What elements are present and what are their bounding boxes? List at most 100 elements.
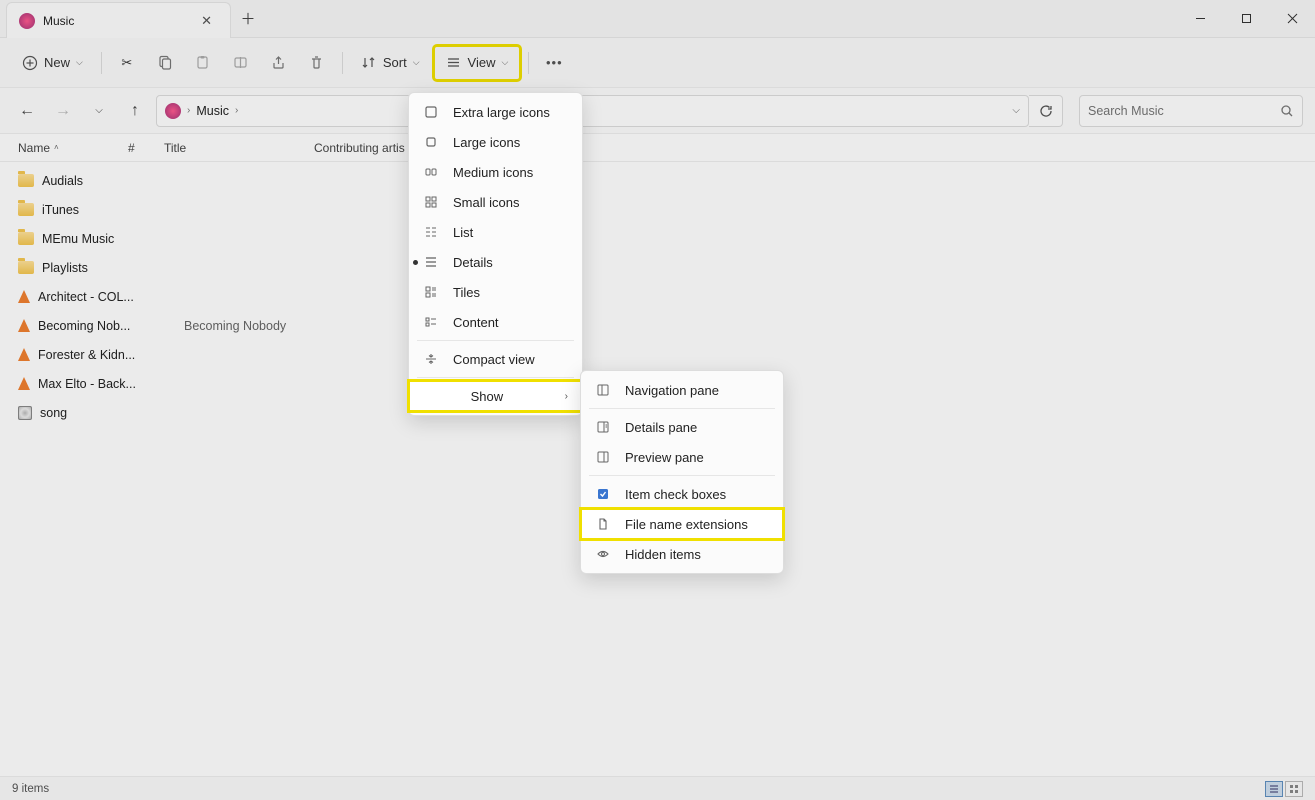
menu-details-pane[interactable]: Details pane — [581, 412, 783, 442]
menu-extra-large-icons[interactable]: Extra large icons — [409, 97, 582, 127]
folder-icon — [18, 174, 34, 187]
folder-icon — [18, 203, 34, 216]
copy-button[interactable] — [148, 46, 182, 80]
menu-preview-pane[interactable]: Preview pane — [581, 442, 783, 472]
menu-large-icons[interactable]: Large icons — [409, 127, 582, 157]
chevron-down-icon: ⌵ — [413, 57, 420, 68]
view-menu: Extra large icons Large icons Medium ico… — [408, 92, 583, 416]
back-button[interactable]: ← — [12, 96, 42, 126]
file-row[interactable]: Forester & Kidn... — [18, 340, 1315, 369]
sort-label: Sort — [383, 55, 407, 70]
status-bar: 9 items — [0, 776, 1315, 800]
eye-icon — [595, 546, 611, 562]
file-name: MEmu Music — [42, 232, 144, 246]
close-tab-button[interactable]: ✕ — [195, 11, 218, 31]
toolbar: New ⌵ ✂ Sort ⌵ View ⌵ ••• — [0, 38, 1315, 88]
selected-bullet-icon — [413, 260, 418, 265]
file-title: Becoming Nobody — [184, 319, 334, 333]
file-name: Playlists — [42, 261, 144, 275]
menu-small-icons[interactable]: Small icons — [409, 187, 582, 217]
file-name: Architect - COL... — [38, 290, 140, 304]
folder-icon — [18, 261, 34, 274]
file-row[interactable]: Becoming Nob... Becoming Nobody — [18, 311, 1315, 340]
new-button[interactable]: New ⌵ — [12, 46, 93, 80]
vlc-icon — [18, 377, 30, 390]
vlc-icon — [18, 319, 30, 332]
vlc-icon — [18, 290, 30, 303]
menu-compact-view[interactable]: Compact view — [409, 344, 582, 374]
file-name: Max Elto - Back... — [38, 377, 140, 391]
menu-navigation-pane[interactable]: Navigation pane — [581, 375, 783, 405]
vlc-icon — [18, 348, 30, 361]
rename-button[interactable] — [224, 46, 258, 80]
file-row[interactable]: Playlists — [18, 253, 1315, 282]
content-icon — [423, 314, 439, 330]
paste-icon — [195, 55, 211, 71]
file-name: Audials — [42, 174, 144, 188]
menu-hidden-items[interactable]: Hidden items — [581, 539, 783, 569]
menu-details[interactable]: Details — [409, 247, 582, 277]
column-number[interactable]: # — [128, 141, 164, 155]
menu-list[interactable]: List — [409, 217, 582, 247]
trash-icon — [309, 55, 325, 71]
file-row[interactable]: Architect - COL... — [18, 282, 1315, 311]
menu-item-check-boxes[interactable]: Item check boxes — [581, 479, 783, 509]
file-name: Becoming Nob... — [38, 319, 140, 333]
music-icon — [19, 13, 35, 29]
file-row[interactable]: iTunes — [18, 195, 1315, 224]
more-button[interactable]: ••• — [537, 46, 571, 80]
item-count: 9 items — [12, 783, 49, 795]
small-icons-icon — [423, 194, 439, 210]
sort-icon — [361, 55, 377, 71]
up-button[interactable]: ↑ — [120, 96, 150, 126]
sort-button[interactable]: Sort ⌵ — [351, 46, 430, 80]
chevron-down-icon: ⌵ — [501, 57, 508, 68]
new-tab-button[interactable]: ＋ — [231, 2, 265, 36]
column-name[interactable]: Name˄ — [18, 141, 128, 155]
menu-medium-icons[interactable]: Medium icons — [409, 157, 582, 187]
menu-tiles[interactable]: Tiles — [409, 277, 582, 307]
tab[interactable]: Music ✕ — [6, 2, 231, 40]
breadcrumb-item[interactable]: Music — [196, 104, 229, 118]
view-button[interactable]: View ⌵ — [434, 46, 521, 80]
column-headers: Name˄ # Title Contributing artis — [0, 134, 1315, 162]
menu-content[interactable]: Content — [409, 307, 582, 337]
sort-asc-icon: ˄ — [54, 143, 59, 152]
minimize-button[interactable] — [1177, 3, 1223, 35]
more-icon: ••• — [546, 55, 563, 70]
refresh-button[interactable] — [1029, 95, 1063, 127]
thumbnails-view-toggle[interactable] — [1285, 781, 1303, 797]
rename-icon — [233, 55, 249, 71]
music-icon — [165, 103, 181, 119]
large-icons-icon — [423, 134, 439, 150]
cut-button[interactable]: ✂ — [110, 46, 144, 80]
new-label: New — [44, 55, 70, 70]
search-input[interactable] — [1088, 104, 1280, 118]
show-submenu: Navigation pane Details pane Preview pan… — [580, 370, 784, 574]
checkbox-icon — [595, 486, 611, 502]
tab-title: Music — [43, 14, 187, 28]
menu-file-name-extensions[interactable]: File name extensions — [581, 509, 783, 539]
details-view-toggle[interactable] — [1265, 781, 1283, 797]
search-icon[interactable] — [1280, 104, 1294, 118]
delete-button[interactable] — [300, 46, 334, 80]
paste-button[interactable] — [186, 46, 220, 80]
chevron-down-icon[interactable]: ⌵ — [1012, 105, 1020, 116]
share-button[interactable] — [262, 46, 296, 80]
tiles-icon — [423, 284, 439, 300]
close-window-button[interactable] — [1269, 3, 1315, 35]
file-row[interactable]: MEmu Music — [18, 224, 1315, 253]
maximize-button[interactable] — [1223, 3, 1269, 35]
search-box[interactable] — [1079, 95, 1303, 127]
column-title[interactable]: Title — [164, 141, 314, 155]
forward-button[interactable]: → — [48, 96, 78, 126]
address-bar[interactable]: › Music › ⌵ — [156, 95, 1029, 127]
file-row[interactable]: Audials — [18, 166, 1315, 195]
folder-icon — [18, 232, 34, 245]
file-name: song — [40, 406, 142, 420]
file-icon — [595, 516, 611, 532]
chevron-right-icon: › — [565, 391, 568, 402]
details-pane-icon — [595, 419, 611, 435]
recent-dropdown[interactable]: ⌵ — [84, 96, 114, 126]
menu-show[interactable]: Show› — [409, 381, 582, 411]
